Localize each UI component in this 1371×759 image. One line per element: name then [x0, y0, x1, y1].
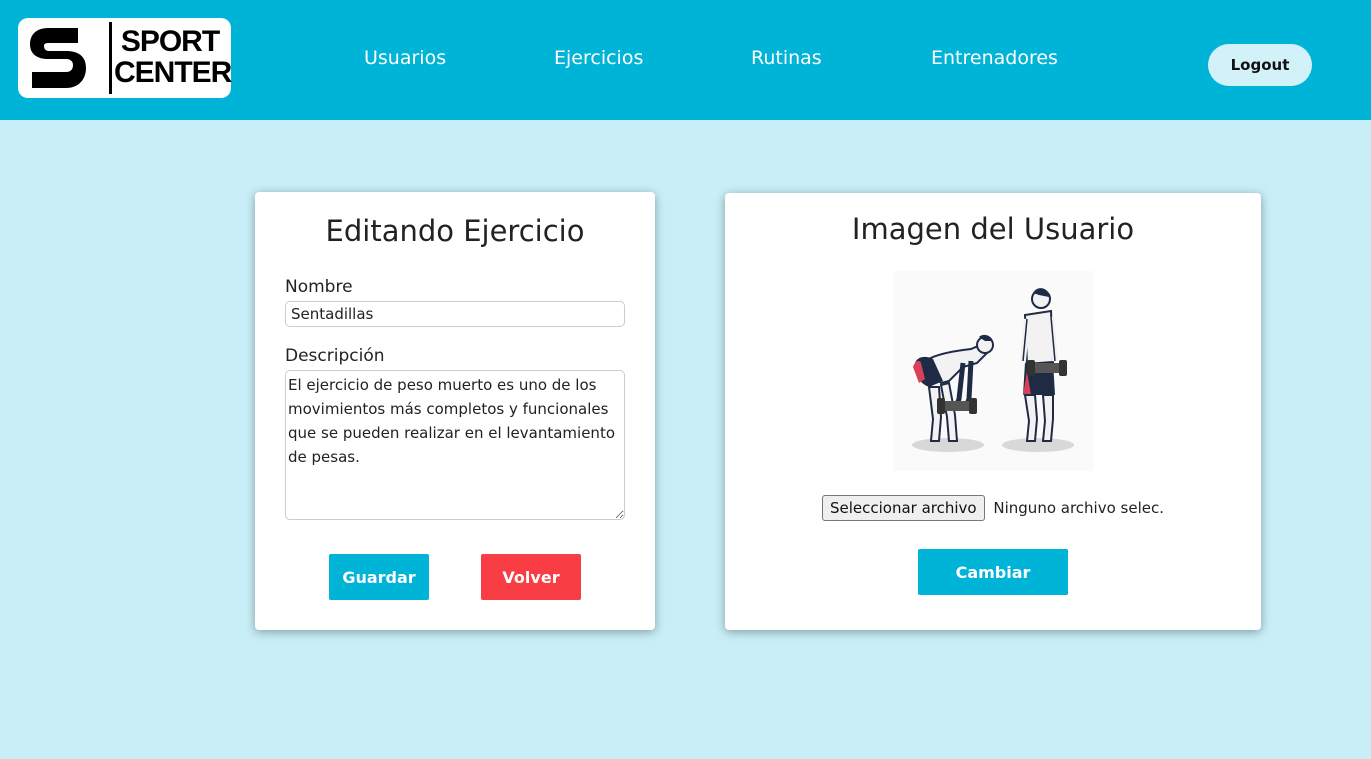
description-label: Descripción [285, 346, 385, 366]
user-image-card: Imagen del Usuario Seleccionar archivo N… [725, 193, 1261, 630]
save-button[interactable]: Guardar [329, 554, 429, 600]
edit-exercise-card: Editando Ejercicio Nombre Descripción El… [255, 192, 655, 630]
nav-link-rutinas[interactable]: Rutinas [751, 47, 822, 69]
file-status-text: Ninguno archivo selec. [993, 499, 1164, 517]
navbar: SPORT CENTER Usuarios Ejercicios Rutinas… [0, 0, 1371, 120]
deadlift-illustration-icon [893, 271, 1093, 471]
back-button[interactable]: Volver [481, 554, 581, 600]
name-input[interactable] [285, 301, 625, 327]
change-image-button[interactable]: Cambiar [918, 549, 1068, 595]
logout-button[interactable]: Logout [1208, 44, 1312, 86]
brand-name: SPORT CENTER [114, 25, 232, 89]
brand-line-1: SPORT [120, 25, 220, 58]
select-file-button[interactable]: Seleccionar archivo [821, 495, 985, 521]
user-image-title: Imagen del Usuario [851, 212, 1135, 246]
brand-line-2: CENTER [114, 56, 232, 89]
nav-link-entrenadores[interactable]: Entrenadores [931, 47, 1058, 69]
description-textarea[interactable]: El ejercicio de peso muerto es uno de lo… [285, 370, 625, 520]
edit-exercise-title: Editando Ejercicio [325, 214, 585, 248]
nav-link-usuarios[interactable]: Usuarios [364, 47, 446, 69]
logo-divider [109, 22, 112, 94]
sport-center-logo-icon [30, 28, 86, 88]
nav-link-ejercicios[interactable]: Ejercicios [554, 47, 643, 69]
name-label: Nombre [285, 277, 353, 297]
brand-logo[interactable]: SPORT CENTER [18, 18, 232, 98]
file-picker: Seleccionar archivo Ninguno archivo sele… [725, 495, 1261, 521]
